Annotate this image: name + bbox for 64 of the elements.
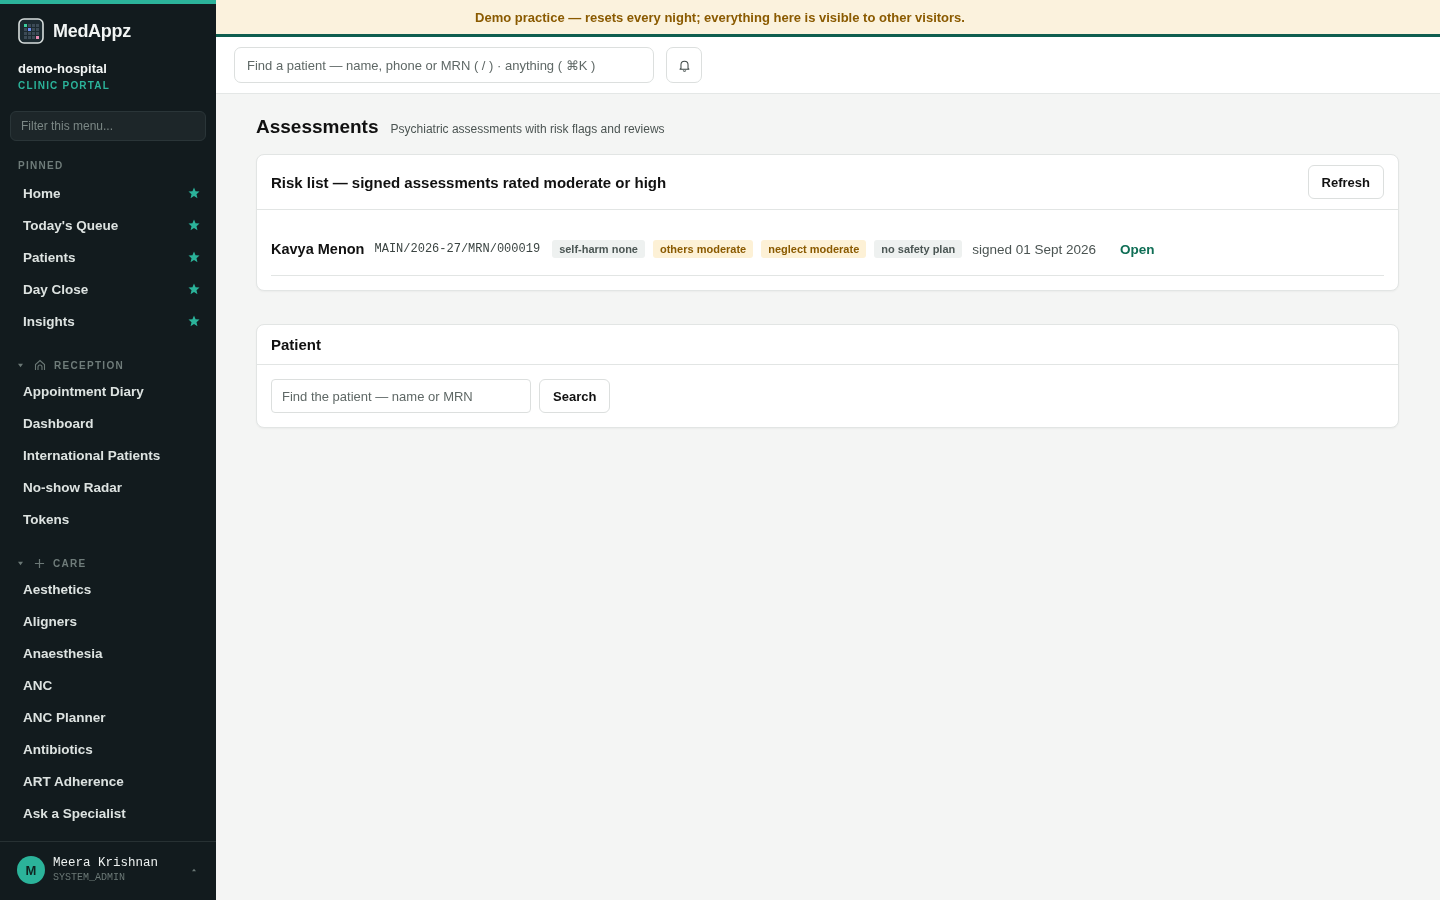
star-icon[interactable] [188, 251, 200, 263]
nav-item[interactable]: Day Close [8, 273, 208, 305]
page-title: Assessments [256, 116, 379, 138]
nav-item-label: Day Close [23, 281, 89, 297]
nav-item[interactable]: Ask a Specialist [8, 797, 208, 829]
signed-date: signed 01 Sept 2026 [972, 241, 1097, 257]
card-title: Patient [271, 336, 321, 353]
banner-text: Demo practice — resets every night; everything here is visible to other visitors. [475, 9, 965, 25]
star-icon[interactable] [188, 283, 200, 295]
open-link[interactable]: Open [1120, 241, 1155, 257]
risk-flag: others moderate [653, 240, 754, 258]
group-label: RECEPTION [54, 359, 125, 371]
nav-item-label: Insights [23, 313, 75, 329]
nav-item[interactable]: International Patients [8, 439, 208, 471]
plus-icon [34, 557, 45, 569]
portal-label: CLINIC PORTAL [18, 80, 112, 92]
nav-item[interactable]: ANC Planner [8, 701, 208, 733]
patient-name: Kavya Menon [271, 241, 365, 257]
nav-item[interactable]: ANC [8, 669, 208, 701]
risk-flag: neglect moderate [761, 240, 867, 258]
refresh-button[interactable]: Refresh [1307, 165, 1384, 199]
patient-search-field[interactable]: Find a patient — name, phone or MRN ( / ) · anything ( ⌘K ) [234, 47, 654, 83]
nav-item[interactable]: Anaesthesia [8, 637, 208, 669]
caret-icon[interactable] [192, 868, 196, 872]
nav-item[interactable]: ART Adherence [8, 765, 208, 797]
nav-item[interactable]: Aesthetics [8, 573, 208, 605]
group-label: CARE [53, 557, 87, 569]
page-subtitle: Psychiatric assessments with risk flags and reviews [390, 122, 665, 136]
mrn-text: MAIN/2026-27/MRN/000019 [374, 242, 541, 256]
risk-flag: self-harm none [552, 240, 645, 258]
nav-item-label: Today's Queue [23, 217, 119, 233]
nav-item[interactable]: Dashboard [8, 407, 208, 439]
logo-icon [18, 18, 44, 44]
brand-name: MedAppz [53, 20, 131, 42]
card-title: Risk list — signed assessments rated moderate or high [271, 173, 667, 191]
nav-item[interactable]: Appointment Diary [8, 375, 208, 407]
bell-icon [677, 58, 691, 72]
user-avatar: M [17, 856, 45, 884]
nav-item[interactable]: Antibiotics [8, 733, 208, 765]
org-name: demo-hospital [18, 61, 108, 77]
nav-item[interactable]: Tokens [8, 503, 208, 535]
nav-item[interactable]: Home [8, 177, 208, 209]
section-label: PINNED [18, 160, 64, 172]
search-button[interactable]: Search [539, 379, 611, 413]
star-icon[interactable] [188, 315, 200, 327]
risk-flag: no safety plan [874, 240, 963, 258]
user-panel[interactable]: M Meera Krishnan SYSTEM_ADMIN [0, 841, 216, 900]
nav-item-label: Home [23, 185, 61, 201]
user-name: Meera Krishnan [53, 856, 160, 871]
nav-item[interactable]: Today's Queue [8, 209, 208, 241]
house-icon [34, 359, 46, 371]
nav-item[interactable]: Aligners [8, 605, 208, 637]
star-icon[interactable] [188, 219, 200, 231]
nav-item[interactable]: Insights [8, 305, 208, 337]
menu-filter-field[interactable]: Filter this menu... [10, 111, 206, 141]
nav-item[interactable]: Patients [8, 241, 208, 273]
patient-search-field[interactable]: Find the patient — name or MRN [271, 379, 531, 413]
nav-item-label: Patients [23, 249, 76, 265]
nav-item[interactable]: No-show Radar [8, 471, 208, 503]
caret-icon[interactable] [18, 560, 23, 566]
notifications-button[interactable] [666, 47, 702, 83]
star-icon[interactable] [188, 187, 200, 199]
user-role: SYSTEM_ADMIN [53, 871, 126, 884]
caret-icon[interactable] [18, 362, 23, 368]
